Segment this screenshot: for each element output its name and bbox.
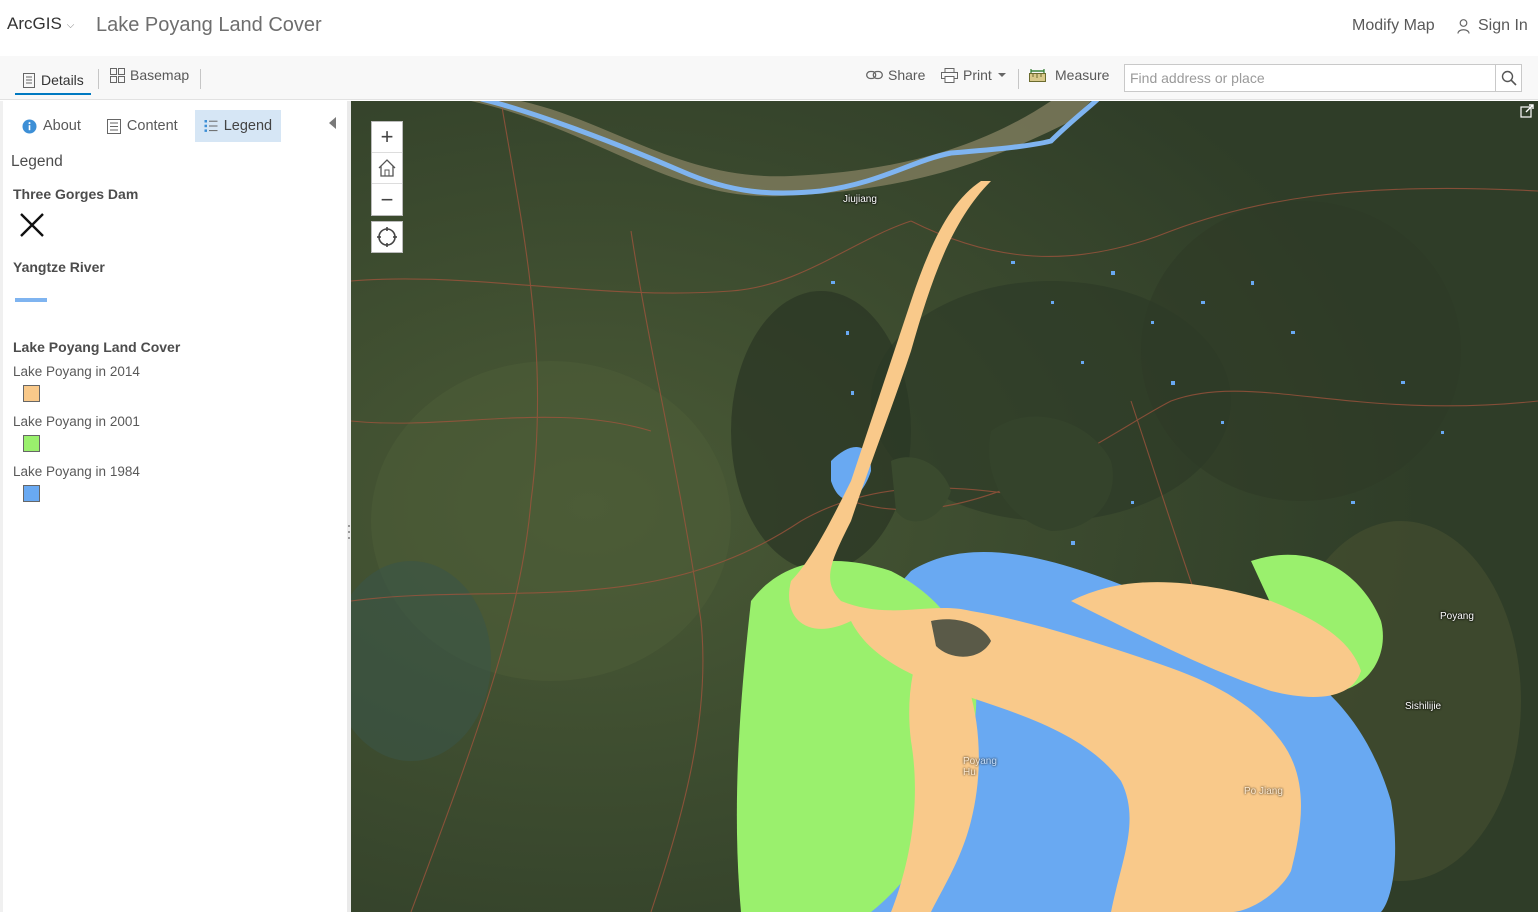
legend-list-icon [204,120,218,132]
legend-class-label: Lake Poyang in 2014 [13,364,140,379]
brand-label: ArcGIS [7,14,62,33]
legend-swatch-2014 [23,385,40,402]
legend-layer-title: Lake Poyang Land Cover [13,339,181,355]
document-icon [23,72,35,88]
side-panel: About Content Legend Legend Three Gorges… [0,101,347,912]
basemap-label: Basemap [130,67,190,83]
locate-crosshair-icon [377,227,397,247]
legend-layer-title: Yangtze River [13,259,105,275]
legend-swatch-2001 [23,435,40,452]
printer-icon [941,67,958,83]
x-marker-icon [20,213,44,237]
sign-in-label: Sign In [1478,17,1528,34]
search-input[interactable] [1125,65,1495,91]
search-button[interactable] [1495,65,1521,91]
modify-map-link[interactable]: Modify Map [1352,17,1435,35]
tab-about[interactable]: About [13,110,90,142]
locate-button[interactable] [371,221,403,253]
app-header: ArcGIS ⌵ Lake Poyang Land Cover Modify M… [0,0,1538,55]
tab-content-label: Content [126,118,178,134]
toolbar-divider [1018,69,1019,89]
page-title: Lake Poyang Land Cover [96,14,322,36]
legend-class-label: Lake Poyang in 2001 [13,414,140,429]
tab-content[interactable]: Content [98,110,187,142]
share-button[interactable]: Share [866,67,925,83]
map-label-po-jiang: Po Jiang [1244,786,1283,797]
zoom-controls: + − [371,121,403,216]
legend-layer-title: Three Gorges Dam [13,186,139,202]
sign-in-link[interactable]: Sign In [1457,17,1528,35]
satellite-imagery [351,101,1538,912]
legend-heading: Legend [11,153,63,170]
tab-legend-label: Legend [223,118,273,134]
toolbar-divider [200,69,201,89]
map-label-jiujiang: Jiujiang [843,194,877,205]
panel-tabs: About Content Legend [13,110,282,142]
toolbar: Details Basemap Share Print Measure [0,56,1538,100]
print-label: Print [963,67,992,83]
map-label-sishilijie: Sishilijie [1405,701,1442,712]
map-view[interactable]: Jiujiang Poyang Sishilijie Poyang Hu Po … [351,101,1538,912]
content-list-icon [106,118,121,134]
share-label: Share [888,67,926,83]
basemap-grid-icon [110,67,125,83]
minus-icon: − [380,186,394,212]
expand-map-icon[interactable] [1520,104,1534,118]
river-line-symbol [15,298,47,302]
measure-label: Measure [1055,67,1110,83]
measure-button[interactable]: Measure [1029,67,1109,83]
info-icon [22,119,37,133]
zoom-out-button[interactable]: − [372,184,402,215]
chevron-down-icon: ⌵ [66,19,75,31]
map-label-poyang-hu: Poyang Hu [963,756,997,778]
user-icon [1457,18,1470,34]
search-box [1124,64,1522,92]
map-label-poyang: Poyang [1440,611,1474,622]
basemap-button[interactable]: Basemap [110,67,189,83]
caret-down-icon [997,73,1006,77]
legend-swatch-1984 [23,485,40,502]
print-button[interactable]: Print [941,67,1006,83]
details-label: Details [41,72,84,88]
home-icon [378,159,396,177]
legend-class-label: Lake Poyang in 1984 [13,464,140,479]
toolbar-divider [98,69,99,89]
tab-legend[interactable]: Legend [194,110,282,142]
collapse-panel-icon[interactable] [329,117,336,129]
plus-icon: + [380,124,394,149]
details-button[interactable]: Details [15,56,91,95]
home-button[interactable] [372,153,402,184]
zoom-in-button[interactable]: + [372,122,402,153]
measure-icon [1029,68,1046,82]
search-icon [1501,70,1517,86]
tab-about-label: About [43,118,81,134]
link-icon [866,70,883,80]
arcgis-menu[interactable]: ArcGIS ⌵ [7,14,74,34]
